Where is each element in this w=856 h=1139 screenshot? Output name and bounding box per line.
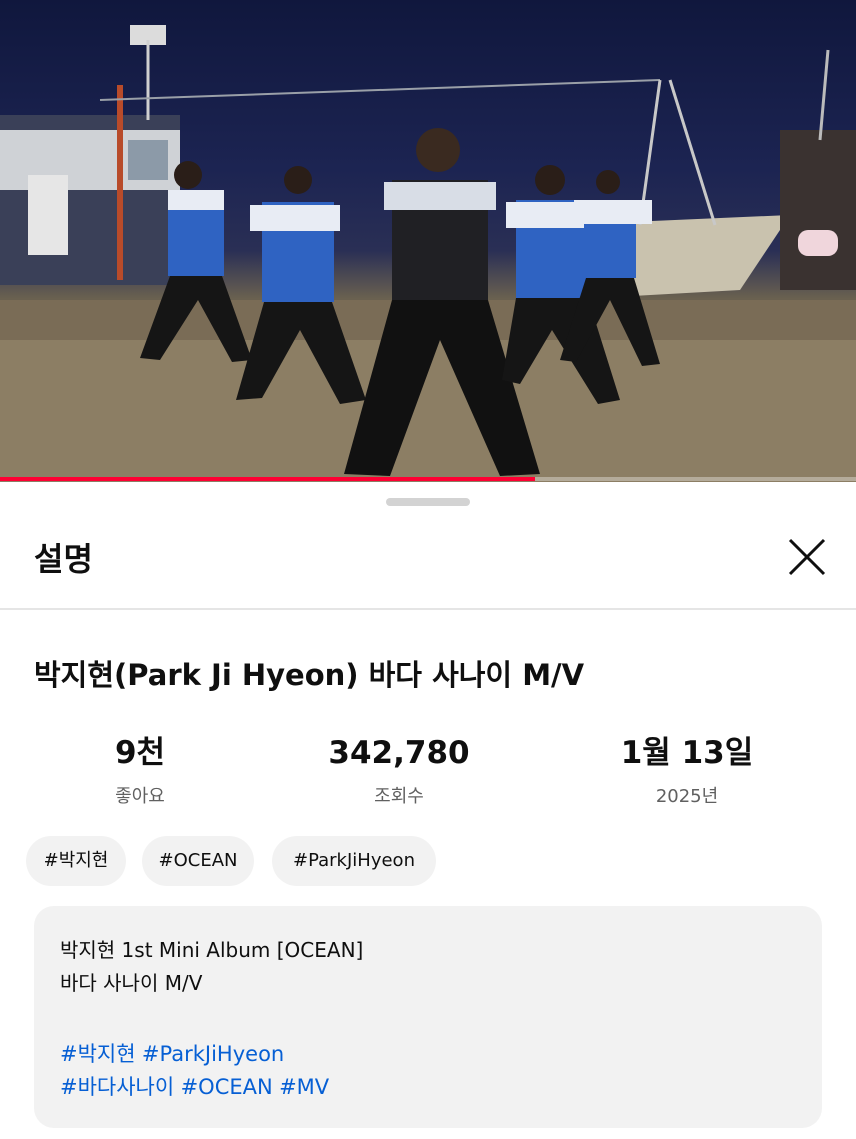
- hashtag-link[interactable]: #박지현: [60, 1042, 136, 1066]
- hashtag-link[interactable]: #MV: [279, 1075, 329, 1099]
- views-stat: 342,780 조회수: [299, 732, 499, 808]
- video-title: 박지현(Park Ji Hyeon) 바다 사나이 M/V: [34, 658, 585, 692]
- description-box[interactable]: 박지현 1st Mini Album [OCEAN] 바다 사나이 M/V #박…: [34, 906, 822, 1128]
- likes-stat: 9천 좋아요: [40, 732, 240, 808]
- video-frame: [0, 25, 856, 482]
- description-line: 바다 사나이 M/V: [60, 971, 203, 995]
- tag-chip[interactable]: #ParkJiHyeon: [272, 836, 436, 886]
- views-label: 조회수: [374, 786, 424, 807]
- description-line: 박지현 1st Mini Album [OCEAN]: [60, 938, 364, 962]
- upload-year: 2025년: [655, 786, 719, 807]
- upload-date: 1월 13일: [620, 735, 754, 771]
- tag-chip[interactable]: #OCEAN: [142, 836, 254, 886]
- close-icon: [788, 538, 826, 576]
- views-count: 342,780: [328, 735, 470, 771]
- sheet-title: 설명: [34, 540, 93, 578]
- description-sheet: 설명 박지현(Park Ji Hyeon) 바다 사나이 M/V 9천 좋아요 …: [0, 482, 856, 1139]
- hashtag-line: #박지현 #ParkJiHyeon: [60, 1038, 796, 1071]
- tag-chip[interactable]: #박지현: [26, 836, 126, 886]
- divider: [0, 608, 856, 610]
- stats-row: 9천 좋아요 342,780 조회수 1월 13일 2025년: [0, 732, 856, 812]
- likes-label: 좋아요: [115, 786, 165, 807]
- progress-fill: [0, 477, 535, 481]
- date-stat: 1월 13일 2025년: [587, 732, 787, 808]
- likes-count: 9천: [114, 735, 166, 771]
- progress-bar[interactable]: [0, 477, 856, 481]
- hashtag-link[interactable]: #OCEAN: [181, 1075, 273, 1099]
- hashtag-link[interactable]: #ParkJiHyeon: [142, 1042, 284, 1066]
- hashtag-line: #바다사나이 #OCEAN #MV: [60, 1071, 796, 1104]
- hashtag-link[interactable]: #바다사나이: [60, 1075, 174, 1099]
- drag-handle[interactable]: [386, 498, 470, 506]
- close-button[interactable]: [780, 530, 834, 584]
- video-player[interactable]: [0, 0, 856, 482]
